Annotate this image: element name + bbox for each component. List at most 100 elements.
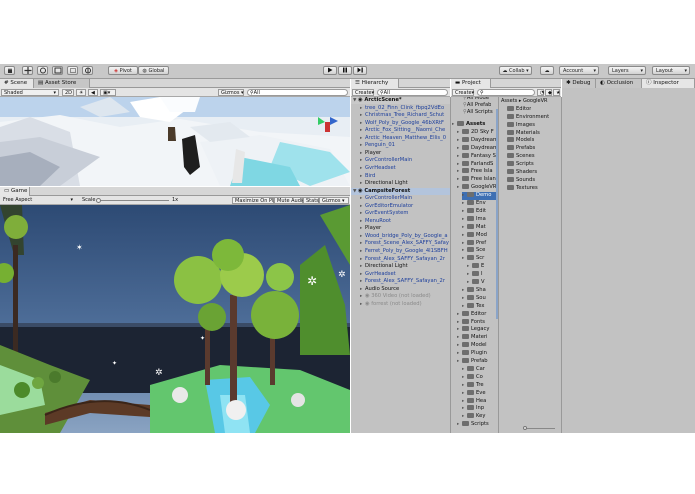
hierarchy-row[interactable]: ▸ Arctic_Heaven_Matthew_Ellis_0 <box>351 135 450 142</box>
project-tree-folder[interactable]: ▸ 2D Sky F <box>457 128 498 137</box>
hand-tool-button[interactable] <box>4 66 15 75</box>
asset-folder-item[interactable]: Prefabs <box>507 145 535 153</box>
project-tree-folder[interactable]: ▸ Editor <box>457 310 498 319</box>
stats-toggle[interactable]: Stats <box>303 197 319 204</box>
tab-game[interactable]: ▭ Game <box>0 187 30 196</box>
favorite-search-item[interactable]: ⚲All Scripts <box>463 109 493 117</box>
tab-scene[interactable]: # Scene <box>0 79 34 88</box>
scene-gizmos-dropdown[interactable]: Gizmos ▾ <box>218 89 244 96</box>
tab-hierarchy[interactable]: ☰ Hierarchy <box>351 79 399 88</box>
rotate-tool-button[interactable] <box>37 66 48 75</box>
asset-folder-item[interactable]: Environment <box>507 113 549 122</box>
mute-audio-toggle[interactable]: Mute Audio <box>274 197 305 204</box>
project-tree-folder[interactable]: ▸ I <box>467 271 498 279</box>
hierarchy-row[interactable]: ▸ Wolf_Poly_by_Google_46bXRtF <box>351 120 450 127</box>
hierarchy-row[interactable]: ▸ Forest_Alex_SAFFY_Safayan_2r <box>351 278 450 285</box>
hierarchy-search-input[interactable]: ⚲All <box>377 89 448 96</box>
project-tree-folder[interactable]: ▸ Daydream <box>457 136 498 145</box>
hierarchy-row[interactable]: ▸ tree_02_Finn_Clink_fbpq2VdEo <box>351 105 450 112</box>
pivot-toggle[interactable]: ◈ Pivot <box>108 66 138 75</box>
project-tree-folder[interactable]: ▸ Fonts <box>457 318 498 327</box>
play-button[interactable] <box>323 66 337 75</box>
project-tree-folder[interactable]: ▸ Plugin <box>457 350 498 358</box>
asset-folder-item[interactable]: Images <box>507 121 535 130</box>
game-view[interactable]: ✲ ✶ ✦ ✲ ✲ ✦ <box>0 205 350 433</box>
hierarchy-scene-row[interactable]: ▼ ◉ ArcticScene* <box>351 97 450 105</box>
asset-folder-item[interactable]: Models <box>507 137 534 145</box>
tab-debug[interactable]: ✱ Debug <box>562 79 596 88</box>
project-tree-folder[interactable]: ▸ Model <box>457 342 498 350</box>
project-search-input[interactable]: ⚲ <box>477 89 535 96</box>
asset-folder-item[interactable]: Sounds <box>507 176 535 185</box>
project-tree-folder[interactable]: ▸ E <box>467 263 498 271</box>
hierarchy-row[interactable]: ▸ GvrControllerMain <box>351 195 450 202</box>
hierarchy-row[interactable]: ▸ GvrControllerMain <box>351 157 450 164</box>
transform-tool-button[interactable] <box>82 66 93 75</box>
hierarchy-row[interactable]: ▸ GvrEditorEmulator <box>351 203 450 210</box>
project-tree-folder[interactable]: ▸ V <box>467 279 498 287</box>
hierarchy-row[interactable]: ▸ Audio Source <box>351 286 450 293</box>
filter-label-button[interactable]: ◆ <box>545 89 552 96</box>
project-tree-folder[interactable]: ▸ Hea <box>462 397 498 406</box>
project-tree-folder[interactable]: ▸ Scripts <box>457 421 498 429</box>
hierarchy-row[interactable]: ▸ ◉ forrest (not loaded) <box>351 301 450 308</box>
project-tree-folder[interactable]: ▸ Car <box>462 365 498 374</box>
scene-view[interactable] <box>0 97 350 186</box>
project-tree-folder[interactable]: ▸ Inp <box>462 405 498 413</box>
effects-dropdown[interactable]: ▣▾ <box>100 89 116 96</box>
asset-folder-item[interactable]: Editor <box>507 106 531 114</box>
audio-toggle[interactable]: ◀ <box>88 89 98 96</box>
hierarchy-row[interactable]: ▸ Wood_bridge_Poly_by_Google_a <box>351 233 450 240</box>
project-tree-folder[interactable]: ▸ Sce <box>462 247 498 255</box>
icon-size-slider[interactable] <box>525 428 555 429</box>
hierarchy-row[interactable]: ▸ Forest_Alex_SAFFY_Safayan_2r <box>351 256 450 263</box>
project-tree-folder[interactable]: ▸ Sou <box>462 294 498 303</box>
asset-folder-item[interactable]: Textures <box>507 184 538 193</box>
mode-2d-toggle[interactable]: 2D <box>62 89 74 96</box>
global-toggle[interactable]: ◍ Global <box>138 66 169 75</box>
collab-dropdown[interactable]: ☁ Collab ▾ <box>499 66 532 75</box>
pause-button[interactable] <box>338 66 352 75</box>
project-tree-folder[interactable]: ▸ Tex <box>462 302 498 311</box>
breadcrumb-assets[interactable]: Assets <box>501 98 517 104</box>
asset-folder-item[interactable]: Scripts <box>507 160 534 169</box>
filter-type-button[interactable]: ◔ <box>537 89 544 96</box>
hierarchy-row[interactable]: ▸ Penguin_01 <box>351 142 450 149</box>
scale-slider-handle[interactable] <box>96 197 101 203</box>
project-tree-scrollbar[interactable] <box>496 109 498 319</box>
asset-folder-item[interactable]: Shaders <box>507 168 537 177</box>
lighting-toggle[interactable]: ☀ <box>76 89 86 96</box>
project-tree-folder[interactable]: ▸ Edit <box>462 207 498 216</box>
project-tree-folder[interactable]: ▸ Free Islan <box>457 176 498 184</box>
account-dropdown[interactable]: Account ▾ <box>559 66 599 75</box>
hierarchy-row[interactable]: ▸ MenuRoot <box>351 218 450 225</box>
project-tree-folder[interactable]: ▸ Key <box>462 413 498 421</box>
project-tree-root[interactable]: ▸ Assets <box>452 121 498 129</box>
tab-asset-store[interactable]: ▤ Asset Store <box>34 79 90 88</box>
tab-inspector[interactable]: ⓘ Inspector <box>642 79 695 88</box>
layout-dropdown[interactable]: Layout ▾ <box>652 66 690 75</box>
maximize-on-play-toggle[interactable]: Maximize On Play <box>232 197 279 204</box>
project-tree-folder[interactable]: ▸ GoogleVR <box>457 184 498 192</box>
hierarchy-row[interactable]: ▸ Directional Light <box>351 263 450 270</box>
layers-dropdown[interactable]: Layers ▾ <box>608 66 646 75</box>
hierarchy-row[interactable]: ▸ ◉ 360 Video (not loaded) <box>351 293 450 300</box>
project-tree-folder[interactable]: ▸ Ima <box>462 215 498 224</box>
hierarchy-row[interactable]: ▸ Ferret_Poly_by_Google_4l1SBFH <box>351 248 450 255</box>
hierarchy-row[interactable]: ▸ GvrHeadset <box>351 271 450 278</box>
project-tree-folder[interactable]: ▸ Eve <box>462 389 498 398</box>
hierarchy-row[interactable]: ▸ GvrHeadset <box>351 165 450 172</box>
hierarchy-create-dropdown[interactable]: Create▾ <box>352 89 374 96</box>
project-tree-folder[interactable]: ▸ Pref <box>462 239 498 248</box>
project-tree-folder[interactable]: ▸ Sha <box>462 286 498 295</box>
project-tree-folder[interactable]: ▸ FarlandS <box>457 160 498 169</box>
hierarchy-row[interactable]: ▸ Arctic_Fox_Sitting__Naomi_Che <box>351 127 450 134</box>
project-tree-folder[interactable]: ▸ Tre <box>462 381 498 390</box>
favorites-button[interactable]: ★ <box>553 89 560 96</box>
project-create-dropdown[interactable]: Create▾ <box>452 89 474 96</box>
cloud-button[interactable]: ☁ <box>540 66 554 75</box>
rect-tool-button[interactable] <box>67 66 78 75</box>
hierarchy-row[interactable]: ▸ Directional Light <box>351 180 450 187</box>
project-tree-folder[interactable]: ▸ Demo <box>462 192 498 200</box>
project-tree-folder[interactable]: ▸ Free Isla <box>457 168 498 176</box>
